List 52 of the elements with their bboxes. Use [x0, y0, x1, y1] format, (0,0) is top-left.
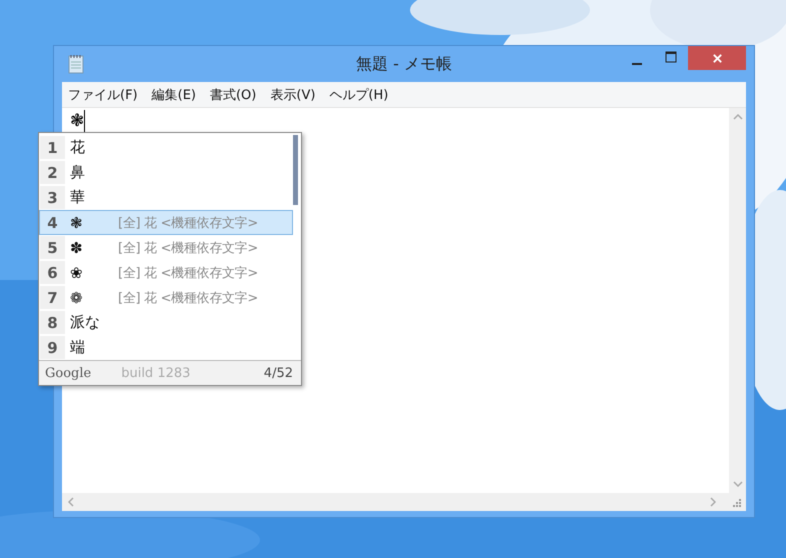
- menu-item[interactable]: 編集(E): [152, 86, 196, 104]
- candidate-text: 端: [70, 338, 86, 357]
- notepad-icon: [68, 54, 84, 74]
- candidate-number: 7: [40, 286, 65, 309]
- candidate-item[interactable]: 6 ❀ [全] 花 <機種依存文字>: [39, 260, 293, 285]
- candidate-text: 花: [70, 138, 86, 157]
- candidate-number: 4: [46, 212, 59, 234]
- scroll-left-icon[interactable]: [68, 497, 74, 507]
- candidate-position: 4/52: [264, 366, 293, 380]
- window-title: 無題 - メモ帳: [356, 54, 452, 74]
- menu-item[interactable]: ファイル(F): [68, 86, 138, 104]
- candidate-description: [全] 花 <機種依存文字>: [118, 240, 258, 256]
- candidate-text: ✽: [70, 238, 84, 256]
- candidate-item[interactable]: 9 端: [39, 335, 293, 360]
- resize-grip-icon[interactable]: [732, 498, 742, 508]
- candidate-text: 華: [70, 188, 86, 207]
- scroll-up-icon[interactable]: [732, 114, 742, 120]
- minimize-icon: [632, 63, 642, 65]
- candidate-item[interactable]: 8 派な: [39, 310, 293, 335]
- menu-item[interactable]: 書式(O): [210, 86, 256, 104]
- brand-label: Google: [45, 366, 92, 380]
- scroll-right-icon[interactable]: [710, 497, 716, 507]
- build-label: build 1283: [121, 366, 190, 380]
- candidate-description: [全] 花 <機種依存文字>: [118, 290, 258, 306]
- candidate-number: 6: [40, 261, 65, 284]
- candidate-text: 鼻: [70, 163, 86, 182]
- candidate-text: ❃: [70, 214, 84, 232]
- maximize-icon: [664, 51, 678, 63]
- candidate-number: 5: [40, 236, 65, 259]
- candidate-number: 1: [40, 136, 65, 159]
- scroll-down-icon[interactable]: [732, 481, 742, 487]
- candidate-number: 3: [40, 186, 65, 209]
- candidate-number: 8: [40, 311, 65, 334]
- candidate-item[interactable]: 1 花: [39, 135, 293, 160]
- candidate-text: 派な: [70, 313, 101, 332]
- candidate-item[interactable]: 3 華: [39, 185, 293, 210]
- menu-item[interactable]: 表示(V): [270, 86, 316, 104]
- candidate-text: ❁: [70, 288, 84, 306]
- candidate-number: 9: [40, 336, 65, 359]
- candidate-item[interactable]: 2 鼻: [39, 160, 293, 185]
- menu-item[interactable]: ヘルプ(H): [329, 86, 388, 104]
- scroll-thumb[interactable]: [293, 135, 298, 205]
- candidate-text: ❀: [70, 264, 84, 282]
- close-icon: [712, 52, 722, 64]
- candidate-number: 2: [40, 161, 65, 184]
- candidate-item[interactable]: 7 ❁ [全] 花 <機種依存文字>: [39, 285, 293, 310]
- close-button[interactable]: [688, 46, 746, 70]
- candidate-item[interactable]: 4 ❃ [全] 花 <機種依存文字>: [39, 210, 293, 235]
- vertical-scrollbar[interactable]: [729, 108, 746, 493]
- candidate-description: [全] 花 <機種依存文字>: [118, 264, 258, 282]
- candidate-item[interactable]: 5 ✽ [全] 花 <機種依存文字>: [39, 235, 293, 260]
- candidate-description: [全] 花 <機種依存文字>: [118, 214, 258, 232]
